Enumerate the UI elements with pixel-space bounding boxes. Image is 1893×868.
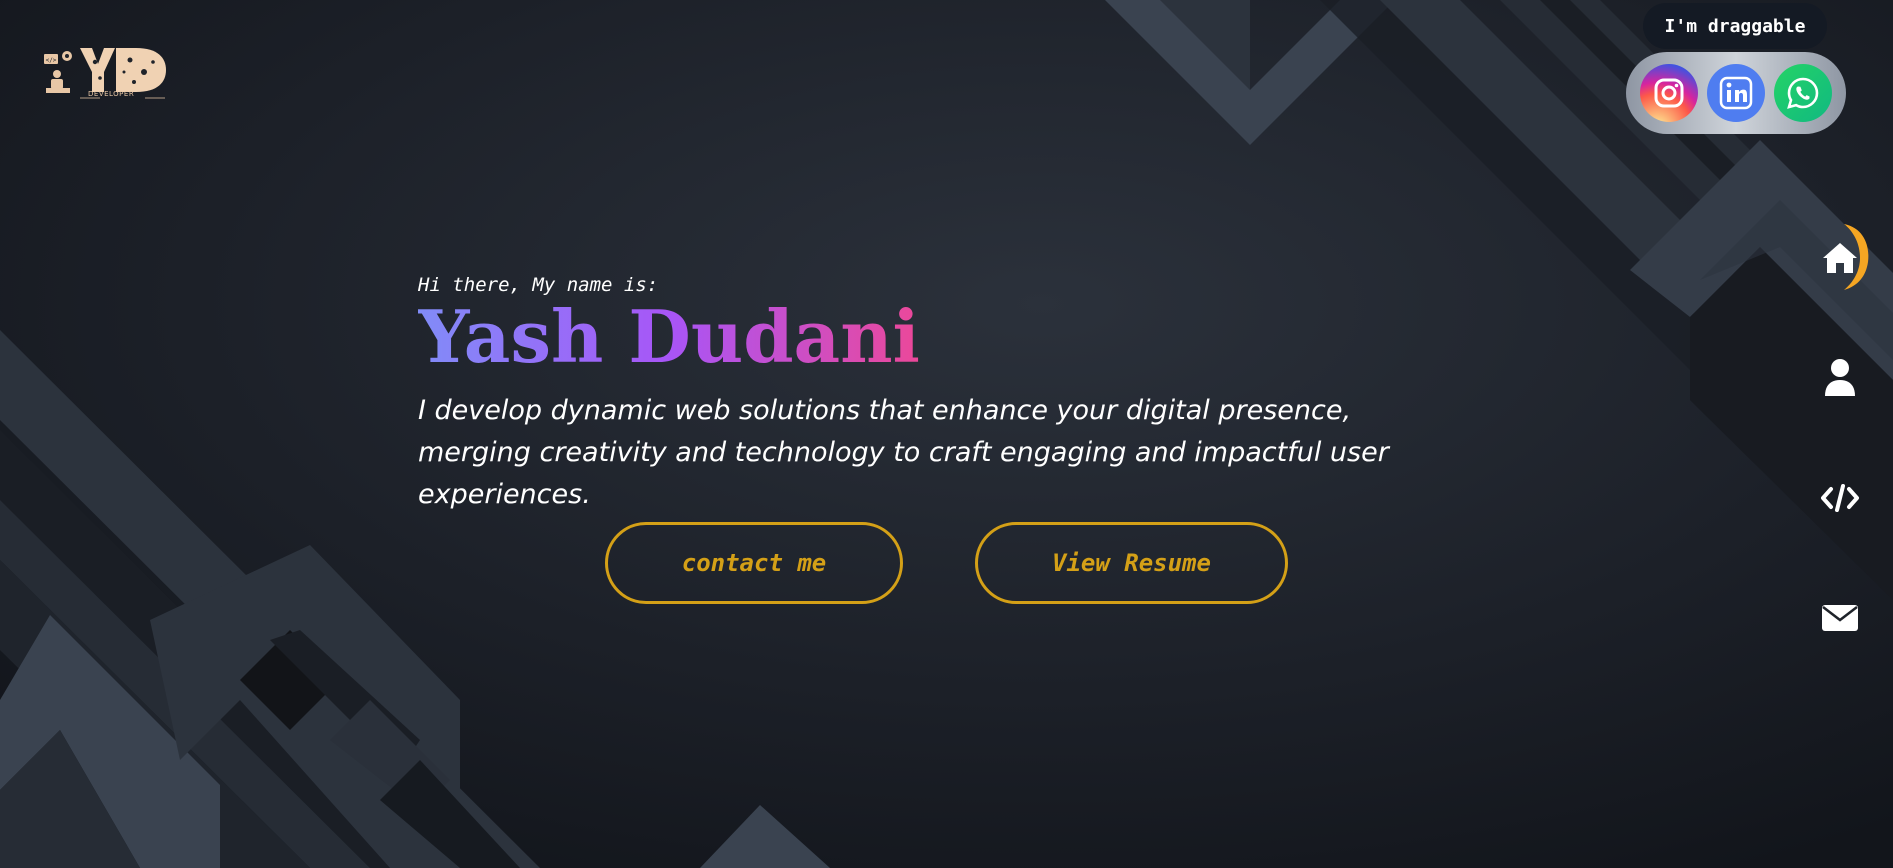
hero-tagline: I develop dynamic web solutions that enh…: [418, 395, 1389, 510]
nav-contact[interactable]: [1810, 588, 1870, 648]
whatsapp-link[interactable]: [1773, 64, 1832, 122]
side-navigation: [1800, 212, 1893, 652]
nav-projects[interactable]: [1810, 468, 1870, 528]
user-icon: [1825, 359, 1855, 396]
svg-text:</>: </>: [46, 57, 57, 64]
code-icon: [1821, 484, 1859, 512]
instagram-link[interactable]: [1640, 64, 1699, 122]
logo-subtext: DEVELOPER: [88, 90, 135, 98]
view-resume-button[interactable]: View Resume: [975, 522, 1288, 604]
draggable-label[interactable]: I'm draggable: [1643, 3, 1827, 49]
hero-section: Hi there, My name is: Yash Dudani I deve…: [418, 272, 1478, 516]
social-links-panel[interactable]: [1626, 52, 1846, 134]
hero-name: Yash Dudani: [418, 294, 920, 379]
nav-home[interactable]: [1810, 228, 1870, 288]
contact-me-button[interactable]: contact me: [605, 522, 903, 604]
whatsapp-icon: [1786, 77, 1818, 109]
linkedin-icon: [1719, 76, 1753, 110]
instagram-icon: [1654, 78, 1684, 108]
linkedin-link[interactable]: [1706, 64, 1765, 122]
home-icon: [1823, 243, 1857, 273]
envelope-icon: [1822, 605, 1858, 631]
nav-about[interactable]: [1810, 348, 1870, 408]
